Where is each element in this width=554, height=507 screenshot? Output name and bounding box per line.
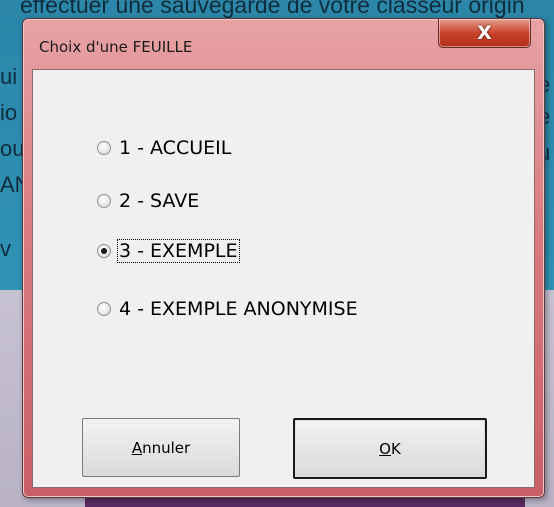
option-label: 2 - SAVE [119, 190, 200, 212]
background-heading-text: effectuer une sauvegarde de votre classe… [20, 0, 525, 18]
radio-button[interactable] [97, 194, 111, 208]
background-left-fragment: v [0, 236, 11, 261]
option-label: 4 - EXEMPLE ANONYMISE [119, 298, 358, 320]
option-label: 3 - EXEMPLE [117, 239, 240, 263]
close-button[interactable]: X [438, 19, 531, 48]
background-left-fragment: ui [0, 64, 18, 89]
close-icon: X [477, 22, 492, 44]
option-label: 1 - ACCUEIL [119, 137, 232, 159]
cancel-label: nnuler [142, 438, 191, 457]
dialog-body: 1 - ACCUEIL 2 - SAVE 3 - EXEMPLE 4 - EXE… [32, 69, 535, 488]
radio-button[interactable] [97, 302, 111, 316]
ok-button[interactable]: OK [293, 418, 487, 479]
dialog-title: Choix d'une FEUILLE [39, 38, 193, 56]
cancel-button[interactable]: Annuler [82, 418, 240, 477]
option-accueil[interactable]: 1 - ACCUEIL [97, 137, 232, 159]
cancel-mnemonic: A [131, 438, 143, 457]
ok-mnemonic: O [379, 439, 391, 458]
radio-button[interactable] [97, 141, 111, 155]
option-exemple[interactable]: 3 - EXEMPLE [97, 239, 240, 263]
option-save[interactable]: 2 - SAVE [97, 190, 200, 212]
choose-sheet-dialog: Choix d'une FEUILLE X 1 - ACCUEIL 2 - SA… [22, 18, 545, 498]
radio-button-selected[interactable] [97, 244, 111, 258]
ok-label: K [390, 439, 401, 458]
option-exemple-anonymise[interactable]: 4 - EXEMPLE ANONYMISE [97, 298, 359, 320]
background-left-fragment: io [0, 100, 18, 125]
background-left-fragment: ou [0, 136, 25, 161]
